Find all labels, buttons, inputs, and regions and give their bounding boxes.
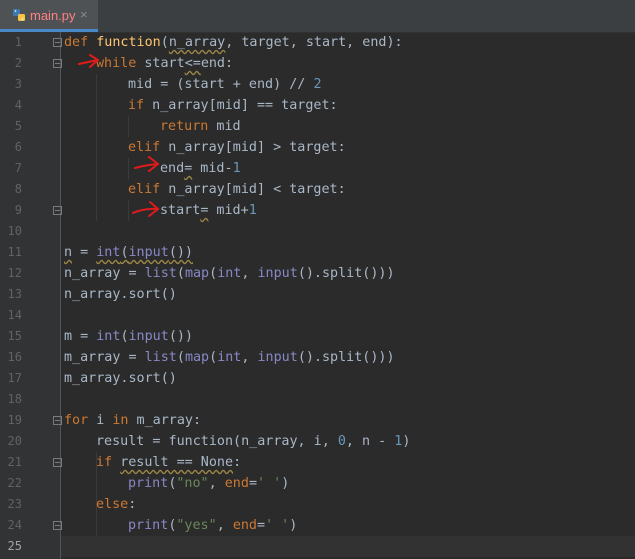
red-arrow-annotation-icon [132,201,159,217]
tab-close-button[interactable]: × [80,7,88,22]
code-line: elif n_array[mid] < target: [128,182,346,197]
line-number: 4 [14,98,22,112]
code-line: n = int(input()) [64,245,193,260]
red-arrow-annotation-icon [134,156,159,172]
line-number: 23 [7,497,22,511]
code-line: else: [96,497,137,512]
editor-tab-bar: main.py × [0,0,635,33]
code-line: m_array.sort() [64,371,177,386]
line-number: 16 [7,350,22,364]
fold-end-icon[interactable] [53,521,62,530]
line-number: 13 [7,287,22,301]
code-line: for i in m_array: [64,413,202,428]
line-number: 12 [7,266,22,280]
tab-main-py[interactable]: main.py × [0,0,98,32]
line-number-current: 25 [7,539,22,553]
code-line: mid = (start + end) // 2 [128,77,322,92]
line-number: 22 [7,476,22,490]
red-arrow-annotation-icon [78,54,99,68]
code-line: if n_array[mid] == target: [128,98,338,113]
code-line: m_array = list(map(int, input().split())… [64,350,395,365]
line-number: 9 [14,203,22,217]
code-line: print("yes", end=' ') [128,518,298,533]
python-file-icon [13,9,25,21]
code-line: if result == None: [96,455,242,470]
code-line: start= mid+1 [160,203,257,218]
code-line: def function(n_array, target, start, end… [64,35,403,50]
code-line: print("no", end=' ') [128,476,290,491]
code-line: end= mid-1 [160,161,241,176]
indent-guide [128,116,129,137]
ide-window: main.py × 1 2 3 4 5 6 7 8 9 10 11 12 13 … [0,0,635,559]
code-line: return mid [160,119,241,134]
code-line: result = function(n_array, i, 0, n - 1) [96,434,411,449]
line-number: 17 [7,371,22,385]
code-editor[interactable]: 1 2 3 4 5 6 7 8 9 10 11 12 13 14 15 16 1… [0,32,635,559]
line-number: 18 [7,392,22,406]
line-number: 11 [7,245,22,259]
line-number: 1 [14,35,22,49]
line-number: 14 [7,308,22,322]
fold-end-icon[interactable] [53,206,62,215]
line-number: 5 [14,119,22,133]
fold-open-icon[interactable] [53,59,62,68]
fold-open-icon[interactable] [53,458,62,467]
line-number-gutter: 1 2 3 4 5 6 7 8 9 10 11 12 13 14 15 16 1… [0,32,62,559]
fold-open-icon[interactable] [53,416,62,425]
line-number: 3 [14,77,22,91]
line-number: 10 [7,224,22,238]
indent-guide [128,158,129,179]
line-number: 21 [7,455,22,469]
line-number: 7 [14,161,22,175]
indent-guide [96,74,97,221]
code-line: while start<=end: [96,56,234,71]
fold-open-icon[interactable] [53,38,62,47]
tab-filename: main.py [30,8,76,23]
line-number: 24 [7,518,22,532]
code-line: n_array.sort() [64,287,177,302]
current-line-highlight [0,536,635,557]
indent-guide [128,200,129,221]
code-line: n_array = list(map(int, input().split())… [64,266,395,281]
line-number: 15 [7,329,22,343]
line-number: 19 [7,413,22,427]
line-number: 6 [14,140,22,154]
line-number: 8 [14,182,22,196]
code-line: elif n_array[mid] > target: [128,140,346,155]
line-number: 20 [7,434,22,448]
line-number: 2 [14,56,22,70]
code-line: m = int(input()) [64,329,193,344]
